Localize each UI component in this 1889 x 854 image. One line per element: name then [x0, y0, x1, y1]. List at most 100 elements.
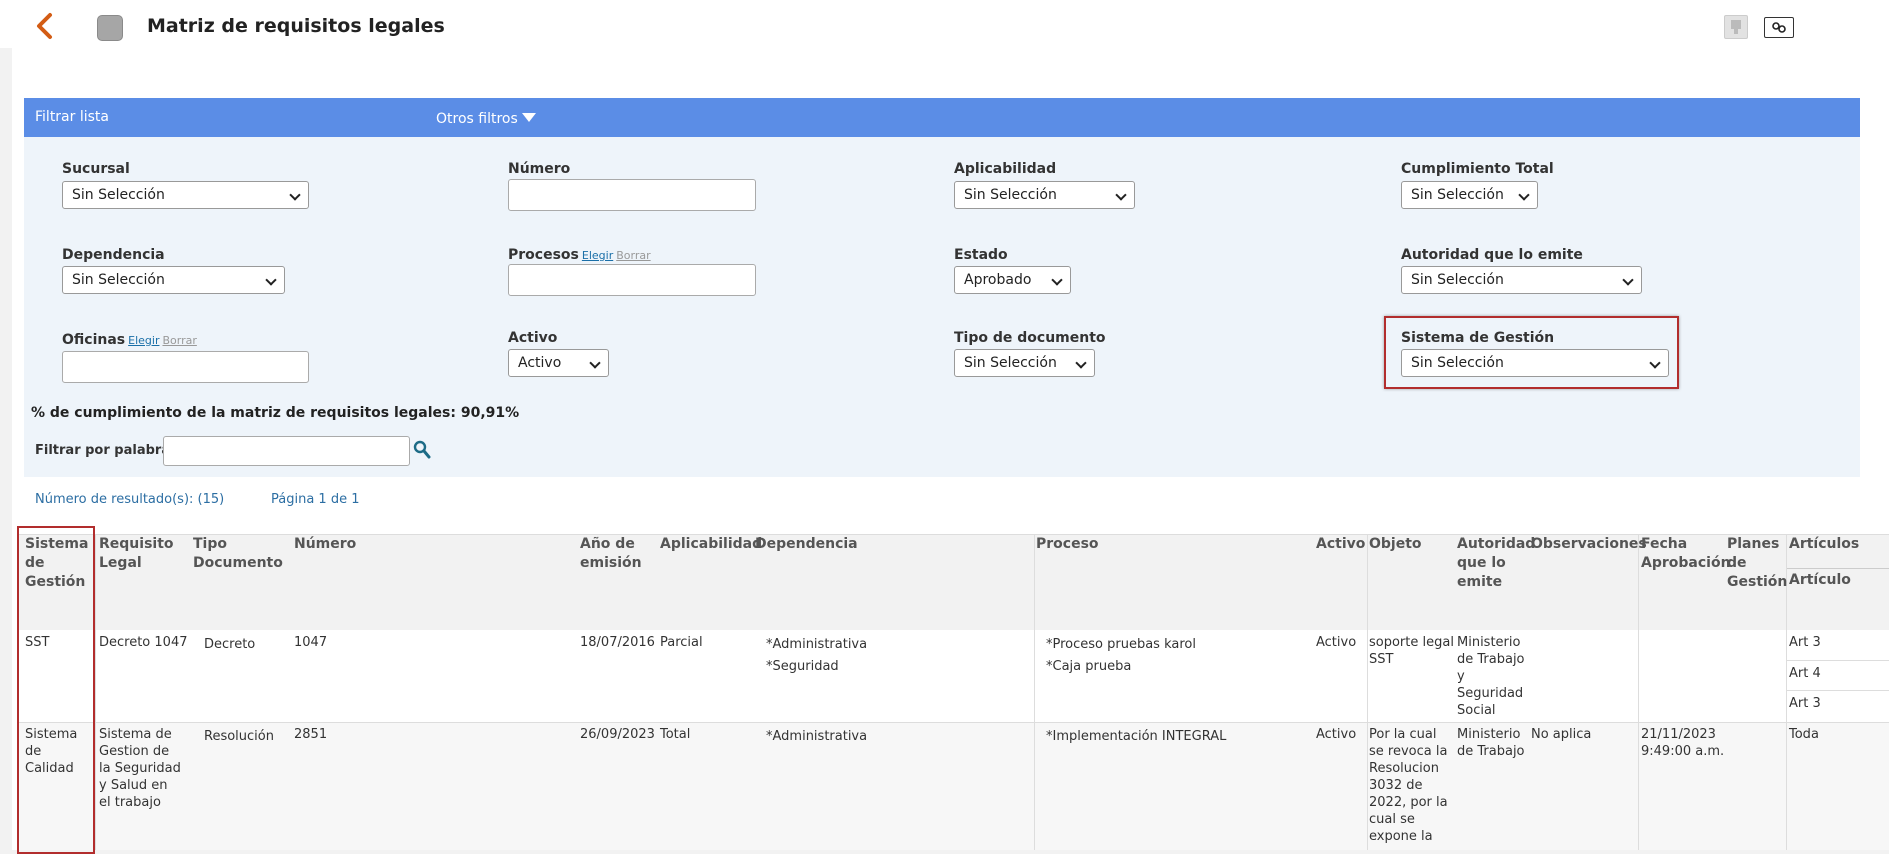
cell-articulo: Art 3 — [1789, 635, 1821, 650]
cell-aplicabilidad: Parcial — [660, 635, 703, 650]
export-icon[interactable] — [1724, 15, 1748, 39]
chevron-down-icon — [589, 357, 601, 369]
oficinas-input[interactable] — [62, 351, 309, 383]
page-info: Página 1 de 1 — [271, 492, 360, 507]
aplicabilidad-select[interactable]: Sin Selección — [954, 181, 1135, 209]
procesos-input[interactable] — [508, 264, 756, 296]
results-count: Número de resultado(s): (15) — [35, 492, 224, 507]
sub-header-divider — [1787, 568, 1889, 569]
other-filters-toggle[interactable]: Otros filtros — [436, 111, 536, 127]
cell-tipo: Resolución — [204, 729, 274, 744]
autoridad-select[interactable]: Sin Selección — [1401, 266, 1642, 294]
cell-numero: 1047 — [294, 635, 328, 650]
cell-articulo: Art 4 — [1789, 666, 1821, 681]
header-requisito[interactable]: Requisito Legal — [99, 535, 174, 573]
back-arrow-icon[interactable] — [32, 12, 56, 40]
header-observaciones[interactable]: Observaciones — [1531, 535, 1647, 554]
activo-select[interactable]: Activo — [508, 349, 609, 377]
cell-activo: Activo — [1316, 635, 1357, 650]
column-divider — [1638, 534, 1639, 850]
header-dependencia[interactable]: Dependencia — [755, 535, 865, 554]
header-fecha[interactable]: Fecha Aprobación — [1641, 535, 1731, 573]
oficinas-clear-link[interactable]: Borrar — [162, 334, 196, 347]
header-articulos[interactable]: Artículos — [1789, 535, 1879, 554]
chevron-down-icon — [1115, 189, 1127, 201]
oficinas-label-text: Oficinas — [62, 332, 126, 348]
cell-tipo: Decreto — [204, 637, 256, 652]
cell-requisito[interactable]: Sistema de Gestion de la Seguridad y Sal… — [99, 726, 181, 811]
caret-down-icon — [521, 113, 536, 122]
results-count-label: Número de resultado(s): — [35, 492, 198, 507]
chevron-down-icon — [265, 274, 277, 286]
tipo-documento-label: Tipo de documento — [954, 330, 1106, 346]
other-filters-label: Otros filtros — [436, 111, 518, 127]
estado-select[interactable]: Aprobado — [954, 266, 1071, 294]
procesos-clear-link[interactable]: Borrar — [616, 249, 650, 262]
header-anio[interactable]: Año de emisión — [580, 535, 650, 573]
cell-dependencia: *Administrativa — [766, 637, 868, 652]
header-proceso[interactable]: Proceso — [1036, 535, 1116, 554]
procesos-choose-link[interactable]: Elegir — [582, 249, 613, 262]
oficinas-choose-link[interactable]: Elegir — [128, 334, 159, 347]
cell-anio: 26/09/2023 — [580, 727, 655, 742]
cell-numero: 2851 — [294, 727, 328, 742]
column-divider — [1367, 534, 1368, 850]
cumplimiento-select[interactable]: Sin Selección — [1401, 181, 1538, 209]
sistema-gestion-select[interactable]: Sin Selección — [1401, 349, 1669, 377]
activo-label: Activo — [508, 330, 558, 346]
cell-fecha: 21/11/2023 9:49:00 a.m. — [1641, 727, 1725, 759]
search-icon[interactable] — [413, 440, 431, 460]
link-icon[interactable] — [1764, 17, 1794, 38]
numero-input[interactable] — [508, 179, 756, 211]
cell-requisito[interactable]: Decreto 1047 — [99, 634, 191, 651]
cell-anio: 18/07/2016 — [580, 635, 655, 650]
header-numero[interactable]: Número — [294, 535, 394, 554]
numero-label: Número — [508, 161, 571, 177]
cell-proceso: *Caja prueba — [1046, 659, 1132, 674]
dependencia-select[interactable]: Sin Selección — [62, 266, 285, 294]
results-count-value: (15) — [197, 492, 225, 507]
column-divider — [1034, 534, 1035, 850]
column-divider — [95, 534, 96, 850]
top-bar: Matriz de requisitos legales — [0, 0, 1889, 48]
header-sistema[interactable]: Sistema de Gestión — [25, 535, 88, 592]
chevron-down-icon — [1051, 274, 1063, 286]
cell-activo: Activo — [1316, 727, 1357, 742]
tipo-documento-value: Sin Selección — [964, 355, 1057, 371]
aplicabilidad-value: Sin Selección — [964, 187, 1057, 203]
cell-autoridad: Ministerio de Trabajo — [1457, 727, 1525, 759]
cell-dependencia: *Seguridad — [766, 659, 839, 674]
cell-dependencia: *Administrativa — [766, 729, 868, 744]
article-divider — [1787, 690, 1889, 691]
compliance-percentage: % de cumplimiento de la matriz de requis… — [31, 405, 520, 421]
word-filter-input[interactable] — [163, 436, 410, 466]
chevron-down-icon — [1075, 357, 1087, 369]
cumplimiento-value: Sin Selección — [1411, 187, 1504, 203]
cell-autoridad: Ministerio de Trabajo y Seguridad Social — [1457, 635, 1525, 718]
cell-observaciones: No aplica — [1531, 727, 1592, 742]
cell-proceso: *Implementación INTEGRAL — [1046, 729, 1227, 744]
header-autoridad[interactable]: Autoridad que lo emite — [1457, 535, 1535, 592]
sucursal-select[interactable]: Sin Selección — [62, 181, 309, 209]
header-tipo[interactable]: Tipo Documento — [193, 535, 283, 573]
header-articulo[interactable]: Artículo — [1789, 571, 1879, 590]
cumplimiento-label: Cumplimiento Total — [1401, 161, 1554, 177]
cell-articulo: Toda — [1789, 727, 1819, 742]
cell-objeto: soporte legal SST — [1369, 635, 1454, 667]
header-aplicabilidad[interactable]: Aplicabilidad — [660, 535, 762, 554]
dependencia-label: Dependencia — [62, 247, 165, 263]
page-title: Matriz de requisitos legales — [147, 15, 445, 37]
estado-value: Aprobado — [964, 272, 1032, 288]
cell-objeto: Por la cual se revoca la Resolucion 3032… — [1369, 727, 1448, 844]
oficinas-label: Oficinas Elegir Borrar — [62, 332, 197, 348]
procesos-label-text: Procesos — [508, 247, 579, 263]
header-objeto[interactable]: Objeto — [1369, 535, 1429, 554]
chevron-down-icon — [1649, 357, 1661, 369]
cell-sistema: SST — [25, 635, 50, 650]
article-divider — [1787, 660, 1889, 661]
header-activo[interactable]: Activo — [1316, 535, 1366, 554]
tipo-documento-select[interactable]: Sin Selección — [954, 349, 1095, 377]
chevron-down-icon — [1518, 189, 1530, 201]
filter-title: Filtrar lista — [35, 109, 109, 125]
header-planes[interactable]: Planes de Gestión — [1727, 535, 1787, 592]
